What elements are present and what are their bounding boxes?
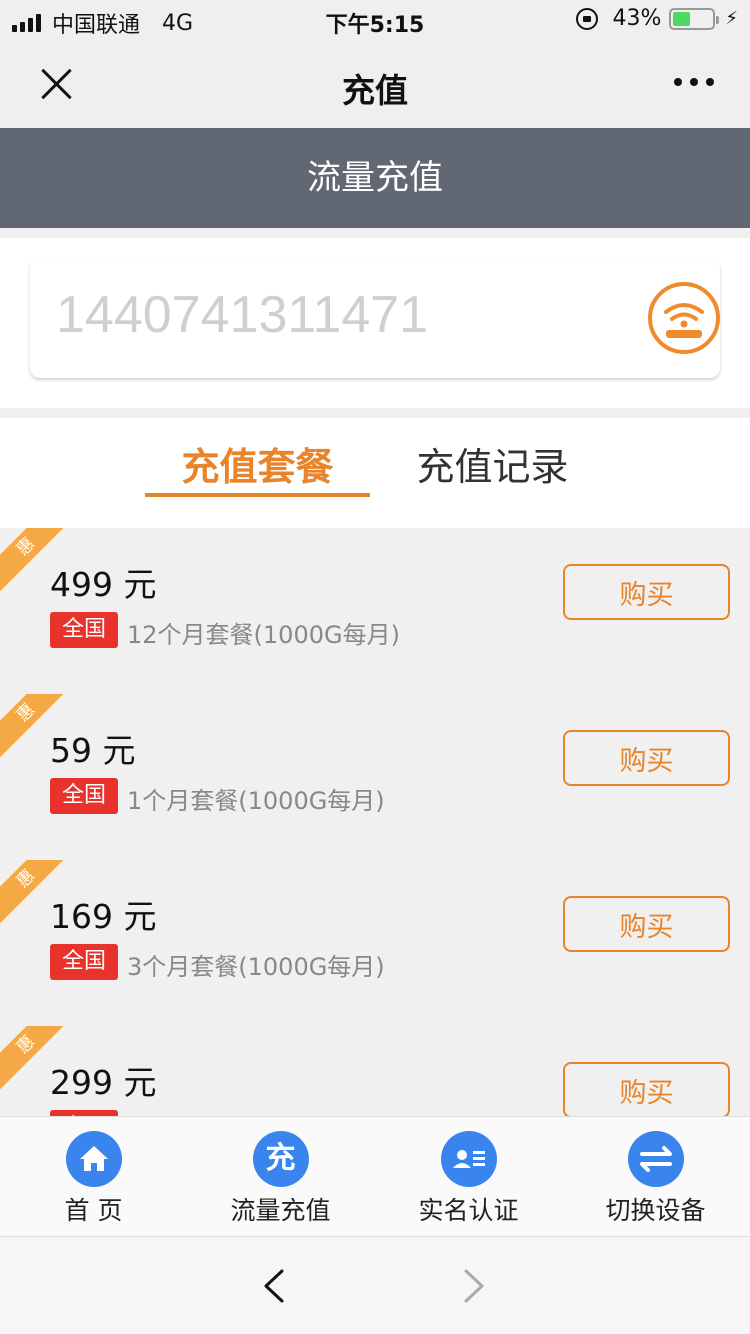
more-icon[interactable] xyxy=(666,78,714,86)
wifi-icon[interactable] xyxy=(648,282,720,354)
scope-badge: 全国 xyxy=(50,944,118,980)
device-card xyxy=(30,258,720,378)
nav-title: 充值 xyxy=(342,71,408,110)
tab-verify-label: 实名认证 xyxy=(418,1196,519,1225)
plan-description: 12个月套餐(1000G每月) xyxy=(127,621,400,649)
device-section xyxy=(0,238,750,408)
tab-active-indicator xyxy=(145,493,370,497)
id-card-icon xyxy=(440,1131,497,1187)
status-bar: 中国联通 4G 下午5:15 43% ⚡ xyxy=(0,0,750,40)
tab-recharge-label: 流量充值 xyxy=(230,1196,331,1225)
scope-badge: 全国 xyxy=(50,612,118,648)
plan-card: 惠 59 元 全国 1个月套餐(1000G每月) 购买 xyxy=(0,694,750,840)
plan-price: 169 元 xyxy=(50,897,157,936)
browser-toolbar xyxy=(0,1236,750,1334)
battery-icon xyxy=(669,7,720,30)
tab-records[interactable]: 充值记录 xyxy=(405,436,580,491)
device-number-input[interactable] xyxy=(56,280,616,350)
tab-verify[interactable]: 实名认证 xyxy=(375,1131,562,1227)
battery-percent: 43% xyxy=(612,6,662,31)
home-icon xyxy=(65,1131,122,1187)
switch-icon xyxy=(627,1131,684,1187)
plan-card: 惠 169 元 全国 3个月套餐(1000G每月) 购买 xyxy=(0,860,750,1006)
plan-description: 1个月套餐(1000G每月) xyxy=(127,787,385,815)
tab-recharge[interactable]: 充 流量充值 xyxy=(187,1131,374,1227)
tab-switch[interactable]: 切换设备 xyxy=(562,1131,749,1227)
back-icon[interactable] xyxy=(262,1269,286,1303)
tab-switch-label: 切换设备 xyxy=(605,1196,706,1225)
buy-button[interactable]: 购买 xyxy=(563,1062,730,1118)
nav-bar: 充值 xyxy=(0,40,750,128)
buy-button[interactable]: 购买 xyxy=(563,730,730,786)
forward-icon[interactable] xyxy=(462,1269,486,1303)
tab-plans[interactable]: 充值套餐 xyxy=(145,436,370,491)
charging-icon: ⚡ xyxy=(725,8,738,29)
tab-home-label: 首 页 xyxy=(64,1196,123,1225)
plan-price: 59 元 xyxy=(50,731,136,770)
bottom-tab-bar: 首 页 充 流量充值 实名认证 切换设备 xyxy=(0,1116,750,1236)
tab-bar-top: 充值套餐 充值记录 xyxy=(0,418,750,528)
recharge-icon: 充 xyxy=(252,1131,309,1187)
plan-card: 惠 499 元 全国 12个月套餐(1000G每月) 购买 xyxy=(0,528,750,674)
scope-badge: 全国 xyxy=(50,778,118,814)
status-right: 43% ⚡ xyxy=(576,6,738,31)
plan-description: 3个月套餐(1000G每月) xyxy=(127,953,385,981)
battery-fill xyxy=(673,11,690,26)
page-title: 流量充值 xyxy=(0,128,750,228)
buy-button[interactable]: 购买 xyxy=(563,896,730,952)
plan-price: 299 元 xyxy=(50,1063,157,1102)
tab-home[interactable]: 首 页 xyxy=(0,1131,187,1227)
buy-button[interactable]: 购买 xyxy=(563,564,730,620)
plan-price: 499 元 xyxy=(50,565,157,604)
rotation-lock-icon xyxy=(576,7,599,30)
